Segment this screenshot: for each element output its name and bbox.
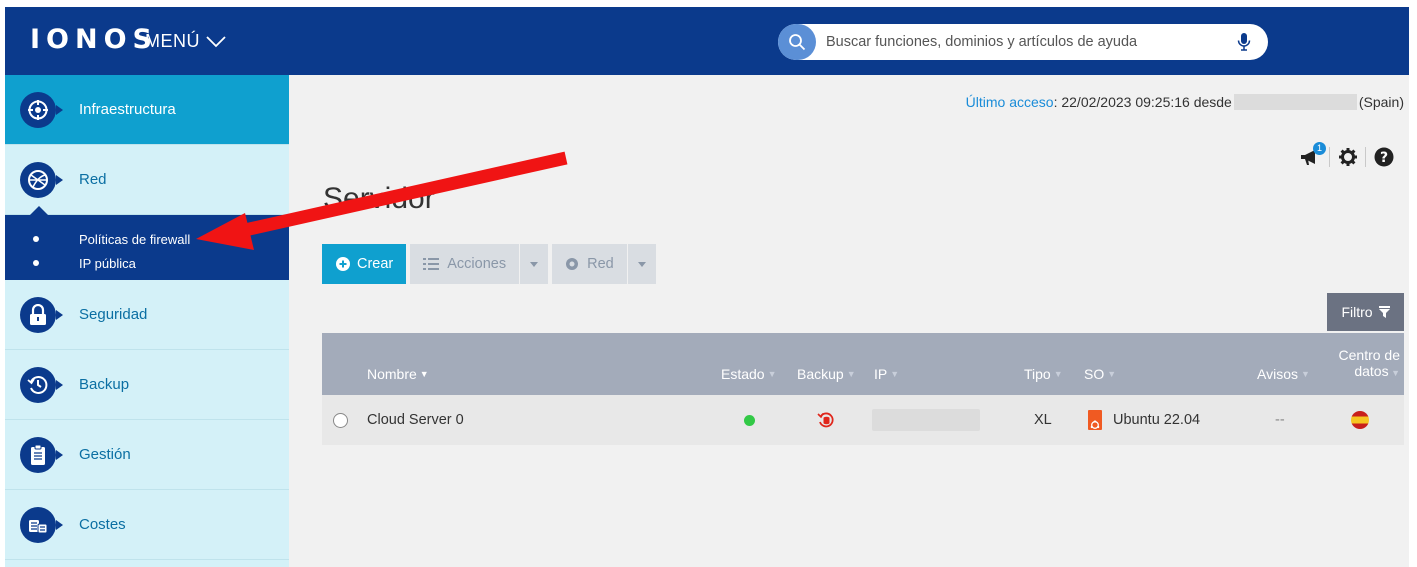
table-row[interactable]: Cloud Server 0 XL Ubuntu 22.04 -- [322,395,1404,445]
server-alerts: -- [1275,412,1285,428]
bullet [33,260,39,266]
notifications-button[interactable]: 1 [1293,142,1329,167]
notification-badge: 1 [1313,142,1326,155]
page-title: Servidor [323,182,435,215]
sidebar-item-backup[interactable]: Backup [5,350,289,420]
list-icon [423,258,440,270]
sidebar-item-seguridad[interactable]: Seguridad [5,280,289,350]
network-icon [566,258,579,270]
sidebar-item-label: Red [79,171,107,188]
sidebar-item-infraestructura[interactable]: Infraestructura [5,75,289,145]
help-icon: ? [1374,147,1393,167]
last-access-label[interactable]: Último acceso [966,94,1054,110]
subitem-label: IP pública [79,255,136,271]
red-submenu: Políticas de firewall IP pública [5,206,289,280]
globe-icon [20,161,63,198]
caret-down-icon[interactable] [626,244,656,284]
sidebar-item-label: Infraestructura [79,101,176,118]
sidebar-item-costes[interactable]: Costes [5,490,289,560]
row-select-radio[interactable] [333,412,348,428]
redacted-ip-address [872,409,980,431]
ubuntu-icon [1088,410,1102,430]
network-dropdown[interactable]: Red [552,244,656,284]
servers-table: Nombre ▼ Estado ▼ Backup ▼ IP ▼ Tipo ▼ SO ▼ Av… [322,333,1404,445]
main-menu-button[interactable]: MENÚ [145,31,226,52]
create-button[interactable]: Crear [322,244,407,284]
subitem-label: Políticas de firewall [79,231,191,247]
last-access-value: : 22/02/2023 09:25:16 desde [1053,94,1232,110]
last-access-info: Último acceso : 22/02/2023 09:25:16 desd… [966,94,1404,110]
search-input[interactable]: Buscar funciones, dominios y artículos d… [816,34,1230,50]
backup-icon[interactable] [817,395,835,445]
plus-circle-icon [336,257,350,271]
help-button[interactable]: ? [1365,147,1401,167]
actions-label: Acciones [447,256,507,272]
redacted-ip [1233,94,1357,110]
server-name[interactable]: Cloud Server 0 [367,395,464,445]
chevron-down-icon [206,35,226,47]
filter-button[interactable]: Filtro [1327,293,1404,331]
status-running-dot [744,414,755,426]
column-header-alerts[interactable]: Avisos ▼ [1257,366,1310,382]
menu-label: MENÚ [145,31,200,51]
ionos-logo[interactable]: IONOS [30,24,158,55]
actions-dropdown[interactable]: Acciones [410,244,549,284]
filter-label: Filtro [1341,304,1373,320]
sidebar-subitem-public-ip[interactable]: IP pública [5,253,289,273]
server-os: Ubuntu 22.04 [1088,395,1200,445]
os-label: Ubuntu 22.04 [1113,412,1201,428]
search-icon[interactable] [778,24,816,60]
server-toolbar: Crear Acciones Red [322,244,656,284]
header-tools: 1 ? [1293,142,1401,167]
column-header-status[interactable]: Estado ▼ [721,366,777,382]
column-header-datacenter[interactable]: Centro de datos ▼ [1324,347,1400,379]
column-header-type[interactable]: Tipo ▼ [1024,366,1063,382]
clipboard-icon [20,436,63,473]
last-access-location: (Spain) [1358,94,1404,110]
search-bar[interactable]: Buscar funciones, dominios y artículos d… [778,24,1268,60]
spain-flag-icon [1351,411,1369,429]
column-header-os[interactable]: SO ▼ [1084,366,1116,382]
top-bar: IONOS MENÚ Buscar funciones, dominios y … [5,7,1409,75]
microphone-icon[interactable] [1230,32,1258,52]
clock-backup-icon [20,366,63,403]
settings-button[interactable] [1329,147,1365,167]
column-header-name[interactable]: Nombre ▼ [367,366,429,382]
sidebar: Infraestructura Red Políticas de firewal… [5,75,289,567]
svg-text:?: ? [1379,150,1387,166]
sidebar-item-label: Backup [79,376,130,393]
coins-icon [20,506,63,543]
sidebar-item-label: Seguridad [79,306,148,323]
table-header: Nombre ▼ Estado ▼ Backup ▼ IP ▼ Tipo ▼ SO ▼ Av… [322,333,1404,395]
lock-icon [20,296,63,333]
bullet [33,236,39,242]
network-label: Red [587,256,614,272]
filter-icon [1378,306,1390,318]
sidebar-item-red[interactable]: Red [5,145,289,215]
main-content: Último acceso : 22/02/2023 09:25:16 desd… [289,75,1409,567]
column-header-backup[interactable]: Backup ▼ [797,366,856,382]
create-label: Crear [357,256,394,272]
column-header-ip[interactable]: IP ▼ [874,366,899,382]
gear-icon [1338,148,1357,166]
sidebar-item-label: Costes [79,516,126,533]
sidebar-item-label: Gestión [79,446,131,463]
sidebar-item-gestion[interactable]: Gestión [5,420,289,490]
network-hub-icon [20,91,63,128]
server-type: XL [1034,412,1052,428]
caret-down-icon[interactable] [519,244,548,284]
sidebar-subitem-firewall-policies[interactable]: Políticas de firewall [5,229,289,249]
